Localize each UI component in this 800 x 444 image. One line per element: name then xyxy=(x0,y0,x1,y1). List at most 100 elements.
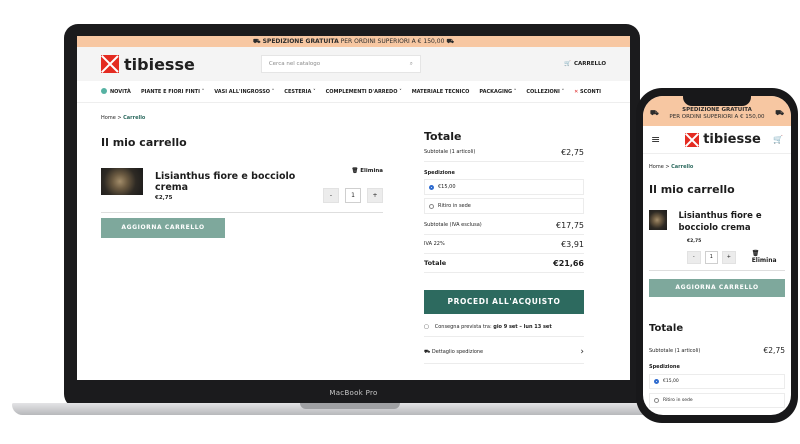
mobile-cart-page: Home > Carrello Il mio carrello Lisianth… xyxy=(643,164,791,408)
breadcrumb-home[interactable]: Home xyxy=(101,115,116,121)
nav-item-complementi[interactable]: COMPLEMENTI D'ARREDO ˅ xyxy=(326,89,402,95)
update-cart-button[interactable]: AGGIORNA CARRELLO xyxy=(649,279,785,297)
trash-icon: 🗑 xyxy=(751,250,760,257)
logo-mark-icon xyxy=(685,132,700,147)
nav-item-vasi[interactable]: VASI ALL'INGROSSO ˅ xyxy=(214,89,274,95)
subtotal-ex-value: €17,75 xyxy=(556,220,584,230)
breadcrumb-current: Carrello xyxy=(671,164,694,170)
nav-item-packaging[interactable]: PACKAGING ˅ xyxy=(479,89,516,95)
box-icon: ▢ xyxy=(424,324,429,330)
totals-title: Totale xyxy=(424,130,462,143)
breadcrumb: Home > Carrello xyxy=(649,164,785,170)
total-row: Totale €21,66 xyxy=(424,254,584,273)
shipping-option-pickup[interactable]: Ritiro in sede xyxy=(649,393,785,408)
subtotal-label: Subtotale (1 articoli) xyxy=(424,149,476,155)
total-label: Totale xyxy=(424,259,447,267)
checkout-button[interactable]: PROCEDI ALL'ACQUISTO xyxy=(424,290,584,314)
delete-button[interactable]: 🗑 Elimina xyxy=(351,168,383,174)
search-placeholder: Cerca nel catalogo xyxy=(268,61,321,67)
nav-item-cesteria[interactable]: CESTERIA ˅ xyxy=(284,89,315,95)
delete-label: Elimina xyxy=(360,168,383,174)
vat-value: €3,91 xyxy=(561,239,584,249)
hamburger-icon[interactable]: ≡ xyxy=(651,133,660,146)
delete-label: Elimina xyxy=(751,257,777,264)
truck-icon: ⛟ xyxy=(650,109,659,117)
product-price: €2,75 xyxy=(155,195,173,201)
logo-text: tibiesse xyxy=(703,132,761,147)
qty-input[interactable]: 1 xyxy=(345,188,361,203)
cart-item: Lisianthus fiore e bocciolo crema 🗑 Elim… xyxy=(101,168,383,203)
nav-item-materiale[interactable]: MATERIALE TECNICO xyxy=(412,89,470,95)
qty-decrease-button[interactable]: - xyxy=(323,188,339,203)
phone-notch xyxy=(683,96,751,106)
product-thumbnail[interactable] xyxy=(101,168,143,195)
radio-icon xyxy=(654,398,659,403)
cart-column: Home > Carrello Il mio carrello Lisianth… xyxy=(101,103,383,364)
totals-title: Totale xyxy=(649,323,684,334)
promo-text: PER ORDINI SUPERIORI A € 150,00 xyxy=(338,38,445,45)
cart-page: Home > Carrello Il mio carrello Lisianth… xyxy=(77,103,630,364)
logo[interactable]: tibiesse xyxy=(101,55,195,74)
promo-bold: SPEDIZIONE GRATUITA xyxy=(682,107,752,113)
page-title: Il mio carrello xyxy=(649,183,735,196)
qty-decrease-button[interactable]: - xyxy=(687,250,701,264)
qty-increase-button[interactable]: + xyxy=(367,188,383,203)
chevron-right-icon: › xyxy=(580,347,584,357)
vat-row: IVA 22% €3,91 xyxy=(424,235,584,254)
shipping-option-label: €15,00 xyxy=(663,379,679,384)
delivery-prefix: Consegna prevista tra: xyxy=(434,324,494,330)
laptop-label: MacBook Pro xyxy=(77,380,630,402)
nav-item-sconti[interactable]: ✕ SCONTI xyxy=(574,89,601,95)
delete-button[interactable]: 🗑 Elimina xyxy=(752,250,785,264)
cart-icon[interactable]: 🛒 xyxy=(773,135,783,144)
shipping-option-courier[interactable]: €15,00 xyxy=(424,179,584,195)
logo-mark-icon xyxy=(101,55,119,73)
promo-banner: ⛟ SPEDIZIONE GRATUITA PER ORDINI SUPERIO… xyxy=(77,36,630,47)
subtotal-value: €2,75 xyxy=(763,346,785,355)
nav-label: SCONTI xyxy=(580,88,602,95)
breadcrumb: Home > Carrello xyxy=(101,115,383,121)
nav-item-novita[interactable]: NOVITÀ xyxy=(101,88,131,95)
subtotal-ex-row: Subtotale (IVA esclusa) €17,75 xyxy=(424,216,584,235)
total-value: €21,66 xyxy=(553,258,584,268)
search-icon[interactable]: ⌕ xyxy=(410,61,413,68)
new-dot-icon xyxy=(101,88,107,94)
shipping-label: Spedizione xyxy=(424,170,455,176)
promo-text: PER ORDINI SUPERIORI A € 150,00 xyxy=(669,114,765,120)
mobile-header: ≡ tibiesse 🛒 xyxy=(643,126,791,154)
site-header: tibiesse Cerca nel catalogo ⌕ 🛒 CARRELLO xyxy=(77,47,630,81)
nav-item-collezioni[interactable]: COLLEZIONI ˅ xyxy=(526,89,564,95)
quantity-stepper: - 1 + xyxy=(323,188,383,203)
truck-icon: ⛟ xyxy=(775,109,784,117)
qty-input[interactable]: 1 xyxy=(704,250,719,264)
nav-item-piante[interactable]: PIANTE E FIORI FINTI ˅ xyxy=(141,89,204,95)
product-price: €2,75 xyxy=(687,239,702,244)
shipping-detail-link[interactable]: ⛟ Dettaglio spedizione › xyxy=(424,347,584,364)
qty-increase-button[interactable]: + xyxy=(722,250,736,264)
cart-button[interactable]: 🛒 CARRELLO xyxy=(564,61,606,67)
cart-label: CARRELLO xyxy=(573,61,606,67)
search-input[interactable]: Cerca nel catalogo ⌕ xyxy=(260,55,421,73)
device-mockup-stage: ⛟ SPEDIZIONE GRATUITA PER ORDINI SUPERIO… xyxy=(0,0,800,444)
shipping-option-courier[interactable]: €15,00 xyxy=(649,374,785,389)
subtotal-value: €2,75 xyxy=(561,147,584,157)
product-name[interactable]: Lisianthus fiore e bocciolo crema xyxy=(155,171,325,195)
shipping-option-label: €15,00 xyxy=(438,184,456,190)
product-name[interactable]: Lisianthus fiore e bocciolo crema xyxy=(679,210,785,234)
divider xyxy=(101,212,383,213)
truck-icon: ⛟ xyxy=(252,38,261,45)
quantity-stepper: - 1 + 🗑 Elimina xyxy=(687,250,785,264)
product-thumbnail[interactable] xyxy=(649,210,667,230)
shipping-option-label: Ritiro in sede xyxy=(663,398,693,403)
cart-icon: 🛒 xyxy=(564,61,571,67)
radio-selected-icon xyxy=(429,184,434,190)
shipping-detail-label: Dettaglio spedizione xyxy=(431,348,484,355)
breadcrumb-home[interactable]: Home xyxy=(649,164,664,170)
update-cart-button[interactable]: AGGIORNA CARRELLO xyxy=(101,218,225,238)
logo[interactable]: tibiesse xyxy=(685,132,761,147)
delivery-estimate: ▢ Consegna prevista tra: gio 9 set – lun… xyxy=(424,324,584,337)
shipping-option-pickup[interactable]: Ritiro in sede xyxy=(424,198,584,214)
breadcrumb-current: Carrello xyxy=(123,115,146,121)
subtotal-row: Subtotale (1 articoli) €2,75 xyxy=(424,143,584,162)
laptop-screen: ⛟ SPEDIZIONE GRATUITA PER ORDINI SUPERIO… xyxy=(77,36,630,380)
